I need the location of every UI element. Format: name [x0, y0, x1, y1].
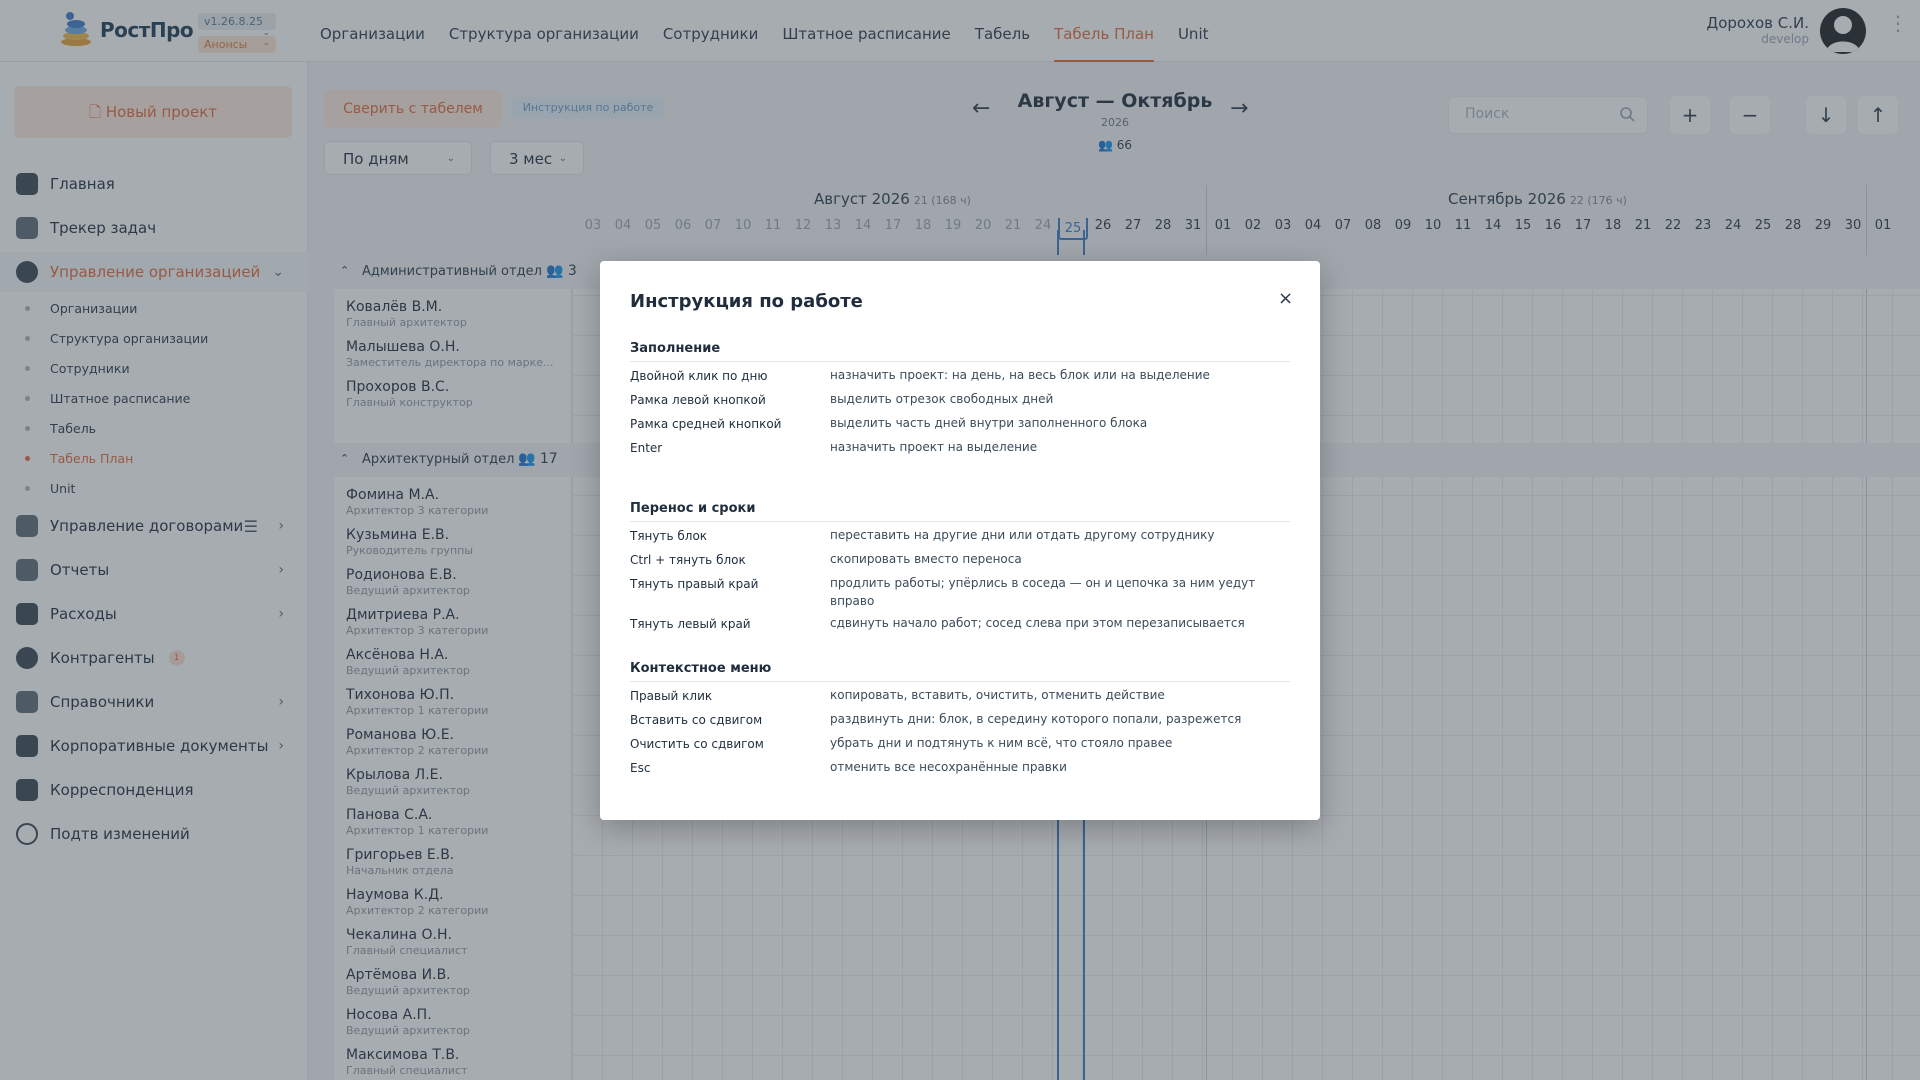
shortcut-description: скопировать вместо переноса: [830, 552, 1022, 566]
shortcut-description: сдвинуть начало работ; сосед слева при э…: [830, 616, 1245, 630]
shortcut-description: продлить работы; упёрлись в соседа — он …: [830, 576, 1256, 608]
shortcut-description: переставить на другие дни или отдать дру…: [830, 528, 1215, 542]
instructions-modal: Инструкция по работе × Заполнение Двойной…: [600, 261, 1320, 820]
shortcut-description: отменить все несохранённые правки: [830, 760, 1067, 774]
shortcut-key: Esc: [630, 761, 651, 775]
shortcut-key: Правый клик: [630, 689, 713, 703]
section-title: Контекстное меню: [630, 661, 772, 676]
shortcut-key: Ctrl + тянуть блок: [630, 553, 746, 567]
shortcut-key: Рамка средней кнопкой: [630, 417, 782, 431]
shortcut-description: назначить проект: на день, на весь блок …: [830, 368, 1210, 382]
shortcut-key: Рамка левой кнопкой: [630, 393, 766, 407]
shortcut-description: раздвинуть дни: блок, в середину которог…: [830, 712, 1242, 726]
section-divider: [630, 361, 1290, 362]
shortcut-description: убрать дни и подтянуть к ним всё, что ст…: [830, 736, 1173, 750]
shortcut-key: Тянуть левый край: [630, 617, 751, 631]
section-title: Перенос и сроки: [630, 501, 756, 516]
section-title: Заполнение: [630, 341, 721, 356]
close-icon[interactable]: ×: [1278, 290, 1293, 308]
shortcut-key: Двойной клик по дню: [630, 369, 768, 383]
shortcut-description: копировать, вставить, очистить, отменить…: [830, 688, 1165, 702]
shortcut-key: Тянуть правый край: [630, 577, 759, 591]
modal-title: Инструкция по работе: [630, 291, 863, 312]
shortcut-description: выделить часть дней внутри заполненного …: [830, 416, 1148, 430]
shortcut-key: Тянуть блок: [630, 529, 708, 543]
shortcut-description: назначить проект на выделение: [830, 440, 1038, 454]
shortcut-key: Очистить со сдвигом: [630, 737, 764, 751]
shortcut-description: выделить отрезок свободных дней: [830, 392, 1054, 406]
section-divider: [630, 681, 1290, 682]
section-divider: [630, 521, 1290, 522]
shortcut-key: Вставить со сдвигом: [630, 713, 763, 727]
shortcut-key: Enter: [630, 441, 663, 455]
